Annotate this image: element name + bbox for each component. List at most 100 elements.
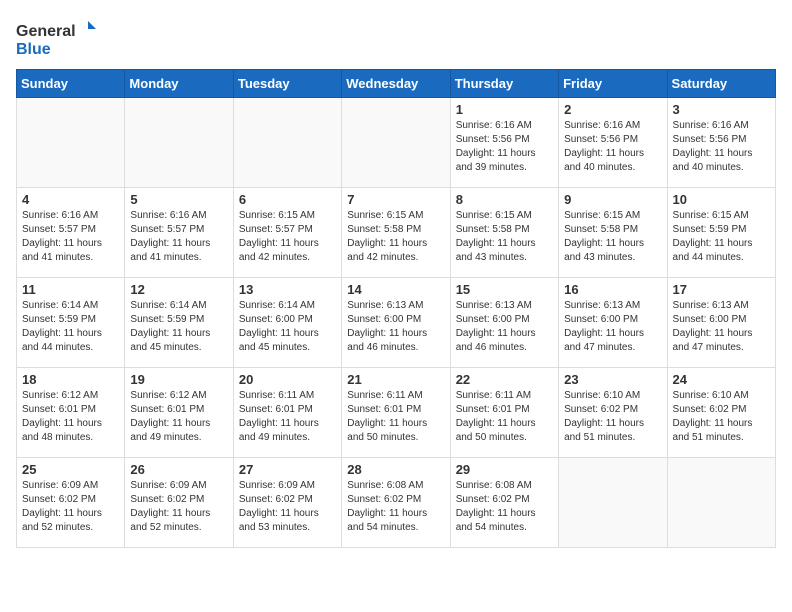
calendar-cell: 20Sunrise: 6:11 AM Sunset: 6:01 PM Dayli… xyxy=(233,368,341,458)
week-row-5: 25 Sunrise: 6:09 AM Sunset: 6:02 PM Dayli… xyxy=(17,458,776,548)
day-number: 27 xyxy=(239,462,336,477)
day-info: Sunrise: 6:14 AM Sunset: 5:59 PM Dayligh… xyxy=(130,299,227,355)
day-number: 21 xyxy=(347,372,444,387)
calendar-cell: 25 Sunrise: 6:09 AM Sunset: 6:02 PM Dayli… xyxy=(17,458,125,548)
week-row-3: 11 Sunrise: 6:14 AM Sunset: 5:59 PM Dayli… xyxy=(17,278,776,368)
day-info: Sunrise: 6:09 AM Sunset: 6:02 PM Dayligh… xyxy=(239,479,336,535)
logo-svg: General Blue xyxy=(16,16,96,61)
day-number: 1 xyxy=(456,102,553,117)
day-number: 10 xyxy=(673,192,770,207)
day-info: Sunrise: 6:14 AM Sunset: 5:59 PM Dayligh… xyxy=(22,299,119,355)
calendar-cell: 3 Sunrise: 6:16 AM Sunset: 5:56 PM Daylig… xyxy=(667,98,775,188)
day-info: Sunrise: 6:16 AM Sunset: 5:56 PM Dayligh… xyxy=(673,119,770,175)
calendar-cell: 26 Sunrise: 6:09 AM Sunset: 6:02 PM Dayli… xyxy=(125,458,233,548)
weekday-header-wednesday: Wednesday xyxy=(342,70,450,98)
day-info: Sunrise: 6:14 AM Sunset: 6:00 PM Dayligh… xyxy=(239,299,336,355)
weekday-header-saturday: Saturday xyxy=(667,70,775,98)
calendar-cell: 4 Sunrise: 6:16 AM Sunset: 5:57 PM Daylig… xyxy=(17,188,125,278)
day-info: Sunrise: 6:16 AM Sunset: 5:57 PM Dayligh… xyxy=(130,209,227,265)
calendar-cell: 24Sunrise: 6:10 AM Sunset: 6:02 PM Dayli… xyxy=(667,368,775,458)
calendar-cell: 22Sunrise: 6:11 AM Sunset: 6:01 PM Dayli… xyxy=(450,368,558,458)
calendar-cell: 1 Sunrise: 6:16 AM Sunset: 5:56 PM Daylig… xyxy=(450,98,558,188)
day-number: 29 xyxy=(456,462,553,477)
calendar-cell xyxy=(667,458,775,548)
day-info: Sunrise: 6:10 AM Sunset: 6:02 PM Dayligh… xyxy=(673,389,770,445)
calendar-cell: 28 Sunrise: 6:08 AM Sunset: 6:02 PM Dayli… xyxy=(342,458,450,548)
day-number: 19 xyxy=(130,372,227,387)
calendar-cell: 9 Sunrise: 6:15 AM Sunset: 5:58 PM Daylig… xyxy=(559,188,667,278)
calendar-cell: 2 Sunrise: 6:16 AM Sunset: 5:56 PM Daylig… xyxy=(559,98,667,188)
day-info: Sunrise: 6:13 AM Sunset: 6:00 PM Dayligh… xyxy=(456,299,553,355)
day-number: 16 xyxy=(564,282,661,297)
day-info: Sunrise: 6:13 AM Sunset: 6:00 PM Dayligh… xyxy=(673,299,770,355)
week-row-2: 4 Sunrise: 6:16 AM Sunset: 5:57 PM Daylig… xyxy=(17,188,776,278)
day-info: Sunrise: 6:09 AM Sunset: 6:02 PM Dayligh… xyxy=(130,479,227,535)
day-info: Sunrise: 6:08 AM Sunset: 6:02 PM Dayligh… xyxy=(347,479,444,535)
day-info: Sunrise: 6:15 AM Sunset: 5:59 PM Dayligh… xyxy=(673,209,770,265)
day-info: Sunrise: 6:12 AM Sunset: 6:01 PM Dayligh… xyxy=(22,389,119,445)
weekday-header-monday: Monday xyxy=(125,70,233,98)
day-number: 5 xyxy=(130,192,227,207)
day-info: Sunrise: 6:15 AM Sunset: 5:57 PM Dayligh… xyxy=(239,209,336,265)
day-number: 2 xyxy=(564,102,661,117)
day-number: 13 xyxy=(239,282,336,297)
calendar-cell: 6 Sunrise: 6:15 AM Sunset: 5:57 PM Daylig… xyxy=(233,188,341,278)
calendar-table: SundayMondayTuesdayWednesdayThursdayFrid… xyxy=(16,69,776,548)
day-info: Sunrise: 6:08 AM Sunset: 6:02 PM Dayligh… xyxy=(456,479,553,535)
weekday-header-sunday: Sunday xyxy=(17,70,125,98)
calendar-cell: 10 Sunrise: 6:15 AM Sunset: 5:59 PM Dayli… xyxy=(667,188,775,278)
day-number: 17 xyxy=(673,282,770,297)
weekday-header-tuesday: Tuesday xyxy=(233,70,341,98)
day-number: 25 xyxy=(22,462,119,477)
day-info: Sunrise: 6:16 AM Sunset: 5:56 PM Dayligh… xyxy=(456,119,553,175)
day-info: Sunrise: 6:15 AM Sunset: 5:58 PM Dayligh… xyxy=(564,209,661,265)
day-info: Sunrise: 6:16 AM Sunset: 5:57 PM Dayligh… xyxy=(22,209,119,265)
calendar-cell: 8 Sunrise: 6:15 AM Sunset: 5:58 PM Daylig… xyxy=(450,188,558,278)
day-info: Sunrise: 6:09 AM Sunset: 6:02 PM Dayligh… xyxy=(22,479,119,535)
day-info: Sunrise: 6:12 AM Sunset: 6:01 PM Dayligh… xyxy=(130,389,227,445)
day-number: 26 xyxy=(130,462,227,477)
day-number: 11 xyxy=(22,282,119,297)
day-number: 20 xyxy=(239,372,336,387)
day-number: 6 xyxy=(239,192,336,207)
calendar-cell: 21 Sunrise: 6:11 AM Sunset: 6:01 PM Dayli… xyxy=(342,368,450,458)
calendar-cell: 12Sunrise: 6:14 AM Sunset: 5:59 PM Dayli… xyxy=(125,278,233,368)
svg-text:Blue: Blue xyxy=(16,41,51,58)
svg-text:General: General xyxy=(16,23,76,40)
calendar-cell xyxy=(559,458,667,548)
weekday-header-row: SundayMondayTuesdayWednesdayThursdayFrid… xyxy=(17,70,776,98)
day-number: 14 xyxy=(347,282,444,297)
calendar-cell: 29 Sunrise: 6:08 AM Sunset: 6:02 PM Dayli… xyxy=(450,458,558,548)
calendar-cell xyxy=(17,98,125,188)
calendar-cell: 16 Sunrise: 6:13 AM Sunset: 6:00 PM Dayli… xyxy=(559,278,667,368)
calendar-cell: 18 Sunrise: 6:12 AM Sunset: 6:01 PM Dayli… xyxy=(17,368,125,458)
day-info: Sunrise: 6:13 AM Sunset: 6:00 PM Dayligh… xyxy=(564,299,661,355)
weekday-header-thursday: Thursday xyxy=(450,70,558,98)
calendar-cell xyxy=(342,98,450,188)
calendar-cell xyxy=(125,98,233,188)
day-number: 4 xyxy=(22,192,119,207)
day-info: Sunrise: 6:11 AM Sunset: 6:01 PM Dayligh… xyxy=(347,389,444,445)
day-number: 9 xyxy=(564,192,661,207)
calendar-cell: 11 Sunrise: 6:14 AM Sunset: 5:59 PM Dayli… xyxy=(17,278,125,368)
calendar-cell: 14 Sunrise: 6:13 AM Sunset: 6:00 PM Dayli… xyxy=(342,278,450,368)
day-number: 23 xyxy=(564,372,661,387)
calendar-cell: 27 Sunrise: 6:09 AM Sunset: 6:02 PM Dayli… xyxy=(233,458,341,548)
day-info: Sunrise: 6:15 AM Sunset: 5:58 PM Dayligh… xyxy=(456,209,553,265)
week-row-4: 18 Sunrise: 6:12 AM Sunset: 6:01 PM Dayli… xyxy=(17,368,776,458)
calendar-cell: 23Sunrise: 6:10 AM Sunset: 6:02 PM Dayli… xyxy=(559,368,667,458)
day-info: Sunrise: 6:13 AM Sunset: 6:00 PM Dayligh… xyxy=(347,299,444,355)
day-number: 18 xyxy=(22,372,119,387)
day-number: 22 xyxy=(456,372,553,387)
calendar-cell: 17 Sunrise: 6:13 AM Sunset: 6:00 PM Dayli… xyxy=(667,278,775,368)
page-header: General Blue xyxy=(16,16,776,61)
day-number: 8 xyxy=(456,192,553,207)
day-info: Sunrise: 6:16 AM Sunset: 5:56 PM Dayligh… xyxy=(564,119,661,175)
calendar-cell: 7Sunrise: 6:15 AM Sunset: 5:58 PM Daylig… xyxy=(342,188,450,278)
day-number: 3 xyxy=(673,102,770,117)
calendar-cell: 13 Sunrise: 6:14 AM Sunset: 6:00 PM Dayli… xyxy=(233,278,341,368)
week-row-1: 1 Sunrise: 6:16 AM Sunset: 5:56 PM Daylig… xyxy=(17,98,776,188)
calendar-cell: 15Sunrise: 6:13 AM Sunset: 6:00 PM Dayli… xyxy=(450,278,558,368)
weekday-header-friday: Friday xyxy=(559,70,667,98)
day-number: 28 xyxy=(347,462,444,477)
